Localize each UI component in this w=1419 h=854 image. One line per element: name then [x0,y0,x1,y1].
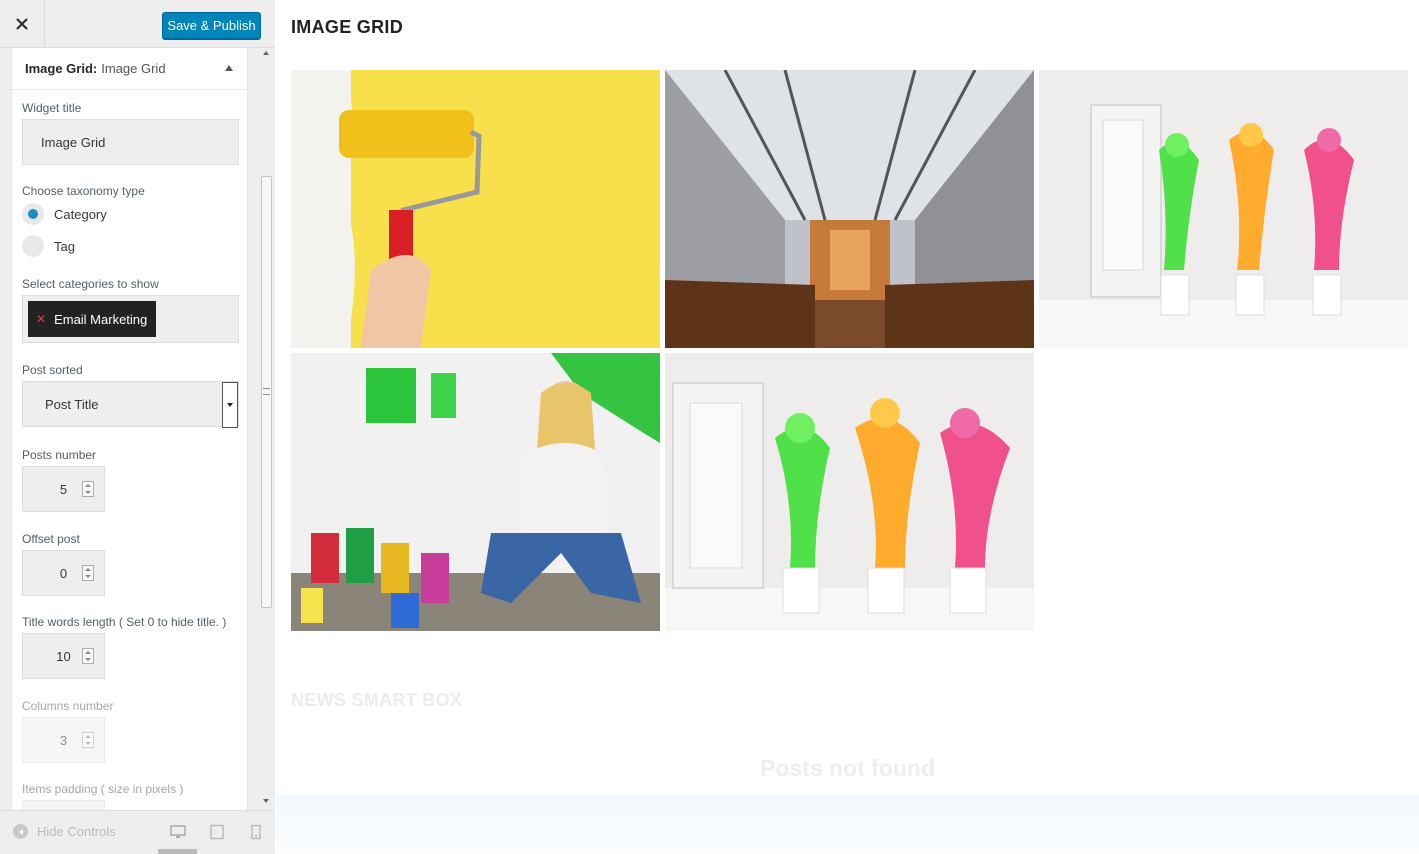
news-smart-box-title: NEWS SMART BOX [291,690,463,710]
radio-category-label: Category [54,206,107,222]
mobile-preview-icon[interactable] [248,824,264,840]
radio-checked-icon[interactable] [22,203,44,225]
grid-image-yellow-roller[interactable] [291,70,660,348]
sidebar-scrollbar[interactable] [258,48,275,810]
sorted-select[interactable]: Post Title [22,381,239,428]
close-button[interactable] [0,0,45,48]
radio-category[interactable]: Category [22,203,107,225]
scroll-grip-icon [263,388,270,395]
save-publish-button[interactable]: Save & Publish [162,12,261,39]
scroll-up-icon[interactable] [263,51,269,55]
sidebar-header: Save & Publish [0,0,275,48]
title-length-label: Title words length ( Set 0 to hide title… [22,615,227,629]
posts-number-input[interactable]: 5 [22,466,105,512]
widget-header[interactable]: Image Grid: Image Grid [12,48,247,90]
sidebar-scroll-area: Image Grid: Image Grid Widget title Imag… [0,48,275,810]
title-length-value: 10 [56,648,71,664]
widget-type-label: Image Grid: [25,61,98,76]
sorted-label: Post sorted [22,363,83,377]
offset-value: 0 [59,565,68,581]
tablet-preview-icon[interactable] [209,824,225,840]
widget-title-label: Widget title [22,101,82,115]
grid-image-splash-vases[interactable] [1039,70,1408,348]
padding-label: Items padding ( size in pixels ) [22,782,184,796]
remove-chip-icon[interactable]: ✕ [36,312,46,326]
categories-label: Select categories to show [22,277,159,291]
close-icon [16,18,28,30]
columns-input[interactable]: 3 [22,717,105,763]
grid-image-splash-vases-2[interactable] [665,353,1034,631]
sidebar-footer: Hide Controls [0,810,275,854]
grid-image-woman-paint[interactable] [291,353,660,631]
title-length-input[interactable]: 10 [22,633,105,679]
footer-resize-bar [158,849,197,854]
collapse-caret-icon[interactable] [225,65,233,71]
hide-controls-button[interactable]: Hide Controls [13,824,116,839]
widget-panel: Image Grid: Image Grid Widget title Imag… [11,48,248,810]
taxonomy-label: Choose taxonomy type [22,184,145,198]
offset-label: Offset post [22,532,80,546]
hide-controls-label: Hide Controls [37,824,116,839]
dropdown-arrow-icon[interactable] [222,382,238,428]
posts-number-label: Posts number [22,448,97,462]
category-chip-label: Email Marketing [54,311,148,327]
padding-input[interactable] [22,800,105,810]
grid-image-church[interactable] [665,70,1034,348]
radio-unchecked-icon[interactable] [22,235,44,257]
customizer-sidebar: Save & Publish Image Grid: Image Grid Wi… [0,0,275,854]
collapse-arrow-icon [13,824,28,839]
posts-number-value: 5 [59,481,68,497]
spinner-icon[interactable] [82,481,94,497]
scroll-down-icon[interactable] [263,799,269,803]
columns-value: 3 [59,732,68,748]
spinner-icon[interactable] [82,732,94,748]
site-preview: IMAGE GRID NEWS SMART BOX Posts not foun… [276,0,1419,854]
offset-input[interactable]: 0 [22,550,105,596]
image-grid-title: IMAGE GRID [291,17,404,37]
columns-label: Columns number [22,699,114,713]
radio-tag-label: Tag [54,238,75,254]
category-chip: ✕ Email Marketing [28,301,156,337]
footer-strip [276,795,1419,854]
spinner-icon[interactable] [82,565,94,581]
radio-tag[interactable]: Tag [22,235,75,257]
categories-select[interactable]: ✕ Email Marketing [22,295,239,343]
widget-title-input[interactable]: Image Grid [22,119,239,165]
desktop-preview-icon[interactable] [170,824,186,840]
widget-instance-label: Image Grid [101,61,166,76]
spinner-icon[interactable] [82,648,94,664]
posts-not-found-message: Posts not found [759,755,936,781]
sorted-value: Post Title [45,396,99,412]
